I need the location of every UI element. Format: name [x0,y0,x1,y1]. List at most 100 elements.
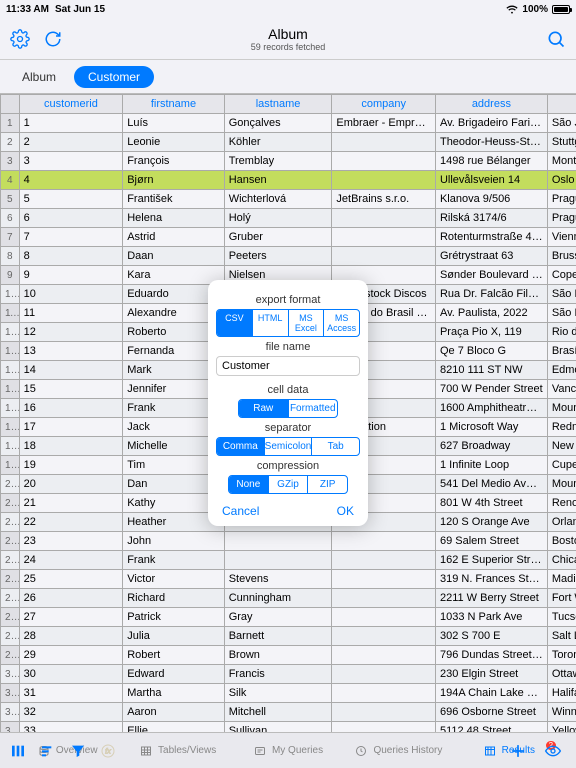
table-row[interactable]: 2727PatrickGray1033 N Park AveTucson [1,608,576,627]
cell-customerid[interactable]: 13 [19,342,123,361]
cell-company[interactable] [332,228,436,247]
cell-address[interactable]: 801 W 4th Street [435,494,547,513]
cell-firstname[interactable]: Heather [123,513,225,532]
cell-firstname[interactable]: Victor [123,570,225,589]
data-grid[interactable]: customerid firstname lastname company ad… [0,94,576,732]
cell-customerid[interactable]: 31 [19,684,123,703]
cell-address[interactable]: 162 E Superior Street [435,551,547,570]
table-row[interactable]: 2020Dan541 Del Medio AvenueMountain V [1,475,576,494]
cell-firstname[interactable]: Daan [123,247,225,266]
cell-firstname[interactable]: Edward [123,665,225,684]
table-row[interactable]: 1010EduardoMartinsWoodstock DiscosRua Dr… [1,285,576,304]
cell-firstname[interactable]: Michelle [123,437,225,456]
cell-city[interactable]: Salt Lake C [547,627,576,646]
cell-city[interactable]: São José d [547,114,576,133]
cell-lastname[interactable]: Francis [224,665,332,684]
cell-firstname[interactable]: John [123,532,225,551]
cell-customerid[interactable]: 22 [19,513,123,532]
table-row[interactable]: 1111AlexandreRochaBanco do Brasil S.A.Av… [1,304,576,323]
add-icon[interactable] [508,741,528,761]
cell-lastname[interactable]: Holý [224,209,332,228]
cell-city[interactable]: Cupertino [547,456,576,475]
cell-company[interactable] [332,494,436,513]
cell-firstname[interactable]: Mark [123,361,225,380]
cell-city[interactable]: Montréal [547,152,576,171]
cell-lastname[interactable] [224,456,332,475]
cell-firstname[interactable]: Frank [123,551,225,570]
table-row[interactable]: 2424Frank162 E Superior StreetChicago [1,551,576,570]
cell-company[interactable] [332,361,436,380]
cell-city[interactable]: Orlando [547,513,576,532]
cell-lastname[interactable] [224,494,332,513]
table-row[interactable]: 3030EdwardFrancis230 Elgin StreetOttawa [1,665,576,684]
cell-city[interactable]: Toronto [547,646,576,665]
cell-firstname[interactable]: Alexandre [123,304,225,323]
cell-firstname[interactable]: František [123,190,225,209]
cell-city[interactable]: Tucson [547,608,576,627]
cell-city[interactable]: Stuttgart [547,133,576,152]
cell-address[interactable]: 194A Chain Lake Drive [435,684,547,703]
cell-customerid[interactable]: 19 [19,456,123,475]
cell-address[interactable]: Rua Dr. Falcão Filho,... [435,285,547,304]
cell-firstname[interactable]: Fernanda [123,342,225,361]
cell-lastname[interactable]: Tremblay [224,152,332,171]
table-row[interactable]: 66HelenaHolýRilská 3174/6Prague [1,209,576,228]
cell-lastname[interactable]: Gruber [224,228,332,247]
cell-firstname[interactable]: Tim [123,456,225,475]
cell-lastname[interactable] [224,342,332,361]
cell-firstname[interactable]: Patrick [123,608,225,627]
cell-city[interactable]: Rio de Jane [547,323,576,342]
col-company[interactable]: company [332,95,436,114]
cell-lastname[interactable]: Martins [224,285,332,304]
table-row[interactable]: 1313FernandaQe 7 Bloco GBrasília [1,342,576,361]
cell-address[interactable]: Rotenturmstraße 4, 1... [435,228,547,247]
cell-address[interactable]: Av. Paulista, 2022 [435,304,547,323]
cell-address[interactable]: 1 Infinite Loop [435,456,547,475]
cell-firstname[interactable]: Julia [123,627,225,646]
cell-city[interactable]: Halifax [547,684,576,703]
cell-city[interactable]: Prague [547,209,576,228]
cell-city[interactable]: Vienne [547,228,576,247]
table-row[interactable]: 2121Kathy801 W 4th StreetReno [1,494,576,513]
cell-lastname[interactable]: Nielsen [224,266,332,285]
cell-customerid[interactable]: 21 [19,494,123,513]
cell-firstname[interactable]: Eduardo [123,285,225,304]
cell-lastname[interactable] [224,551,332,570]
cell-address[interactable]: Qe 7 Bloco G [435,342,547,361]
cell-address[interactable]: 1498 rue Bélanger [435,152,547,171]
table-row[interactable]: 77AstridGruberRotenturmstraße 4, 1...Vie… [1,228,576,247]
cell-lastname[interactable]: Barnett [224,627,332,646]
cell-lastname[interactable]: Köhler [224,133,332,152]
cell-company[interactable]: Banco do Brasil S.A. [332,304,436,323]
cell-lastname[interactable]: Mitchell [224,703,332,722]
cell-lastname[interactable] [224,532,332,551]
cell-lastname[interactable]: Wichterlová [224,190,332,209]
cell-customerid[interactable]: 16 [19,399,123,418]
cell-firstname[interactable]: Richard [123,589,225,608]
cell-city[interactable]: Copenhage [547,266,576,285]
table-row[interactable]: 2828JuliaBarnett302 S 700 ESalt Lake C [1,627,576,646]
cell-customerid[interactable]: 4 [19,171,123,190]
cell-company[interactable] [332,266,436,285]
cell-address[interactable]: Rilská 3174/6 [435,209,547,228]
cell-firstname[interactable]: François [123,152,225,171]
cell-customerid[interactable]: 15 [19,380,123,399]
cell-lastname[interactable] [224,361,332,380]
col-city[interactable]: c [547,95,576,114]
cell-firstname[interactable]: Roberto [123,323,225,342]
table-row[interactable]: 2929RobertBrown796 Dundas Street W...Tor… [1,646,576,665]
cell-firstname[interactable]: Martha [123,684,225,703]
cell-customerid[interactable]: 1 [19,114,123,133]
cell-address[interactable]: 796 Dundas Street W... [435,646,547,665]
cell-city[interactable]: Edmonton [547,361,576,380]
table-row[interactable]: 3232AaronMitchell696 Osborne StreetWinni… [1,703,576,722]
cell-city[interactable]: Winnipeg [547,703,576,722]
cell-lastname[interactable] [224,323,332,342]
table-row[interactable]: 1616Frank1600 Amphitheatre P...Mountain … [1,399,576,418]
cell-city[interactable]: Mountain V [547,475,576,494]
cell-lastname[interactable]: Silk [224,684,332,703]
cell-city[interactable]: Chicago [547,551,576,570]
cell-company[interactable]: JetBrains s.r.o. [332,190,436,209]
sort-icon[interactable] [40,743,56,759]
table-row[interactable]: 2525VictorStevens319 N. Frances StreetMa… [1,570,576,589]
